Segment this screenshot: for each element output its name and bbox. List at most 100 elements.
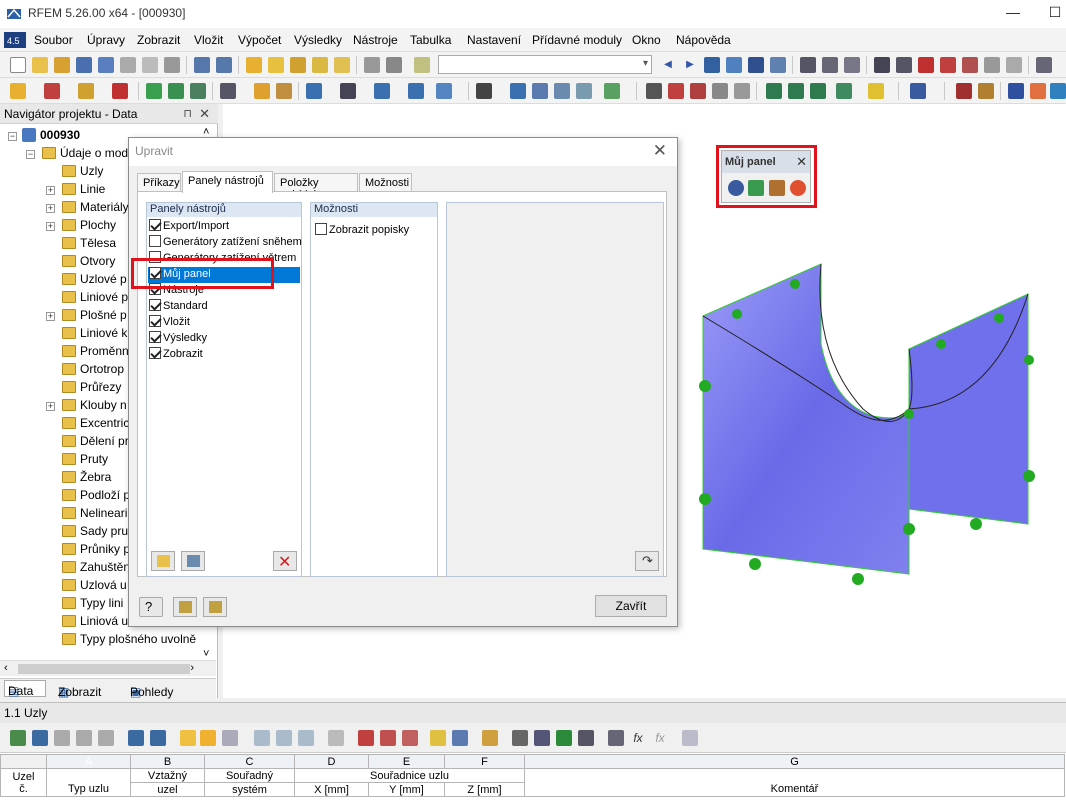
load-surface-icon[interactable] (190, 83, 206, 99)
insert-support-icon[interactable] (112, 83, 128, 99)
redo-icon[interactable] (216, 57, 232, 73)
minimize-icon[interactable]: — (998, 4, 1028, 24)
hinge-icon[interactable] (962, 57, 978, 73)
new-toolbar-icon[interactable] (151, 551, 175, 571)
table-tool-3-icon[interactable] (54, 730, 70, 746)
tree-item[interactable]: Žebra (46, 470, 111, 488)
tree-item[interactable]: Zahuštěn (46, 560, 130, 578)
table-tool-4-icon[interactable] (76, 730, 92, 746)
expand-icon[interactable]: + (46, 204, 55, 213)
view-iso-icon[interactable] (306, 83, 322, 99)
menu-napoveda[interactable]: Nápověda (676, 33, 731, 47)
table-rows-icon[interactable] (452, 730, 468, 746)
tree-item[interactable]: Průřezy (46, 380, 121, 398)
new-file-icon[interactable] (10, 57, 26, 73)
col-f[interactable]: F (444, 754, 525, 769)
module-icon[interactable] (910, 83, 926, 99)
toolbar-list-item[interactable]: Zobrazit (148, 347, 300, 363)
print-preview-icon[interactable] (142, 57, 158, 73)
tree-item[interactable]: Ortotrop (46, 362, 124, 380)
properties-icon[interactable] (1006, 57, 1022, 73)
tab-prikazy[interactable]: Příkazy (137, 173, 181, 192)
toolbar-list-item[interactable]: Generátory zatížení sněhem (148, 235, 302, 251)
scale-icon[interactable] (734, 83, 750, 99)
rename-toolbar-icon[interactable] (181, 551, 205, 571)
scroll-thumb[interactable] (18, 664, 190, 674)
toolbar-list-item[interactable]: Export/Import (148, 219, 300, 235)
col-c[interactable]: C (204, 754, 295, 769)
tree-item[interactable]: Liniová u (46, 614, 128, 632)
expand-icon[interactable]: + (46, 186, 55, 195)
table-tool-8-icon[interactable] (298, 730, 314, 746)
color-icon[interactable] (868, 83, 884, 99)
mirror-icon[interactable] (712, 83, 728, 99)
guideline-icon[interactable] (254, 83, 270, 99)
scroll-left-icon[interactable]: ‹ (4, 662, 8, 674)
app-menu-icon[interactable]: 4.5 (4, 32, 26, 48)
measure-icon[interactable] (1036, 57, 1052, 73)
col-e[interactable]: E (368, 754, 445, 769)
table-icon[interactable] (364, 57, 380, 73)
animate-icon[interactable] (822, 57, 838, 73)
results-xxx-icon[interactable] (726, 57, 742, 73)
col-a[interactable]: A (46, 754, 131, 769)
tree-item[interactable]: Liniové k (46, 326, 127, 344)
load-line-icon[interactable] (168, 83, 184, 99)
values-icon[interactable] (770, 57, 786, 73)
expand-icon[interactable]: + (46, 312, 55, 321)
table-tool-5-icon[interactable] (98, 730, 114, 746)
toolbar-list-item[interactable]: Standard (148, 299, 300, 315)
table-insert-icon[interactable] (402, 730, 418, 746)
tree-item[interactable]: Typy plošného uvolně (46, 632, 196, 650)
copy-icon[interactable] (334, 57, 350, 73)
import-icon[interactable] (173, 597, 197, 617)
comment-icon[interactable] (276, 83, 292, 99)
lock-icon[interactable] (682, 730, 698, 746)
edit-icon[interactable] (246, 57, 262, 73)
table-filter-icon[interactable] (180, 730, 196, 746)
report-icon[interactable] (164, 57, 180, 73)
tree-item[interactable]: Uzlové p (46, 272, 127, 290)
save-icon[interactable] (76, 57, 92, 73)
rotate-icon[interactable] (690, 83, 706, 99)
maximize-icon[interactable]: ☐ (1040, 4, 1066, 24)
table-delete-icon[interactable] (358, 730, 374, 746)
table-next-icon[interactable] (150, 730, 166, 746)
tree-item[interactable]: Excentric (46, 416, 129, 434)
axis-y-icon[interactable] (788, 83, 804, 99)
model-icon[interactable] (510, 83, 526, 99)
view-top-icon[interactable] (408, 83, 424, 99)
tree-item[interactable]: Uzlová u (46, 578, 127, 596)
insert-member-icon[interactable] (78, 83, 94, 99)
tree-item[interactable]: + Materiály (46, 200, 129, 218)
dimension-icon[interactable] (220, 83, 236, 99)
next-icon[interactable]: ▶ (682, 57, 698, 73)
toolbar-list-item[interactable]: Výsledky (148, 331, 300, 347)
tab-data[interactable]: ▤ Data (4, 680, 46, 698)
view-icon[interactable] (748, 57, 764, 73)
formula-icon[interactable]: fx (630, 730, 646, 746)
grid-line-icon[interactable] (956, 83, 972, 99)
open-project-icon[interactable] (54, 57, 70, 73)
render-icon[interactable] (436, 83, 452, 99)
tree-item[interactable]: Typy lini (46, 596, 123, 614)
checkbox-icon[interactable] (149, 235, 161, 247)
menu-vysledky[interactable]: Výsledky (294, 33, 342, 47)
toolbar-list-item[interactable]: Vložit (148, 315, 300, 331)
checkbox-icon[interactable] (149, 219, 161, 231)
col-d[interactable]: D (294, 754, 369, 769)
menu-vlozit[interactable]: Vložit (194, 33, 223, 47)
section-icon[interactable] (844, 57, 860, 73)
tree-root[interactable]: − 000930 (8, 128, 80, 146)
checkbox-icon[interactable] (149, 331, 161, 343)
axis-z-icon[interactable] (810, 83, 826, 99)
tree-item[interactable]: Pruty (46, 452, 108, 470)
table-tool-9-icon[interactable] (328, 730, 344, 746)
result-icon[interactable] (704, 57, 720, 73)
checkbox-icon[interactable] (149, 299, 161, 311)
delete-toolbar-icon[interactable]: ✕ (273, 551, 297, 571)
table-chart-icon[interactable] (608, 730, 624, 746)
tree-item[interactable]: Dělení pr (46, 434, 129, 452)
select-window-icon[interactable] (476, 83, 492, 99)
horizontal-scrollbar[interactable]: ‹ › (0, 660, 216, 676)
